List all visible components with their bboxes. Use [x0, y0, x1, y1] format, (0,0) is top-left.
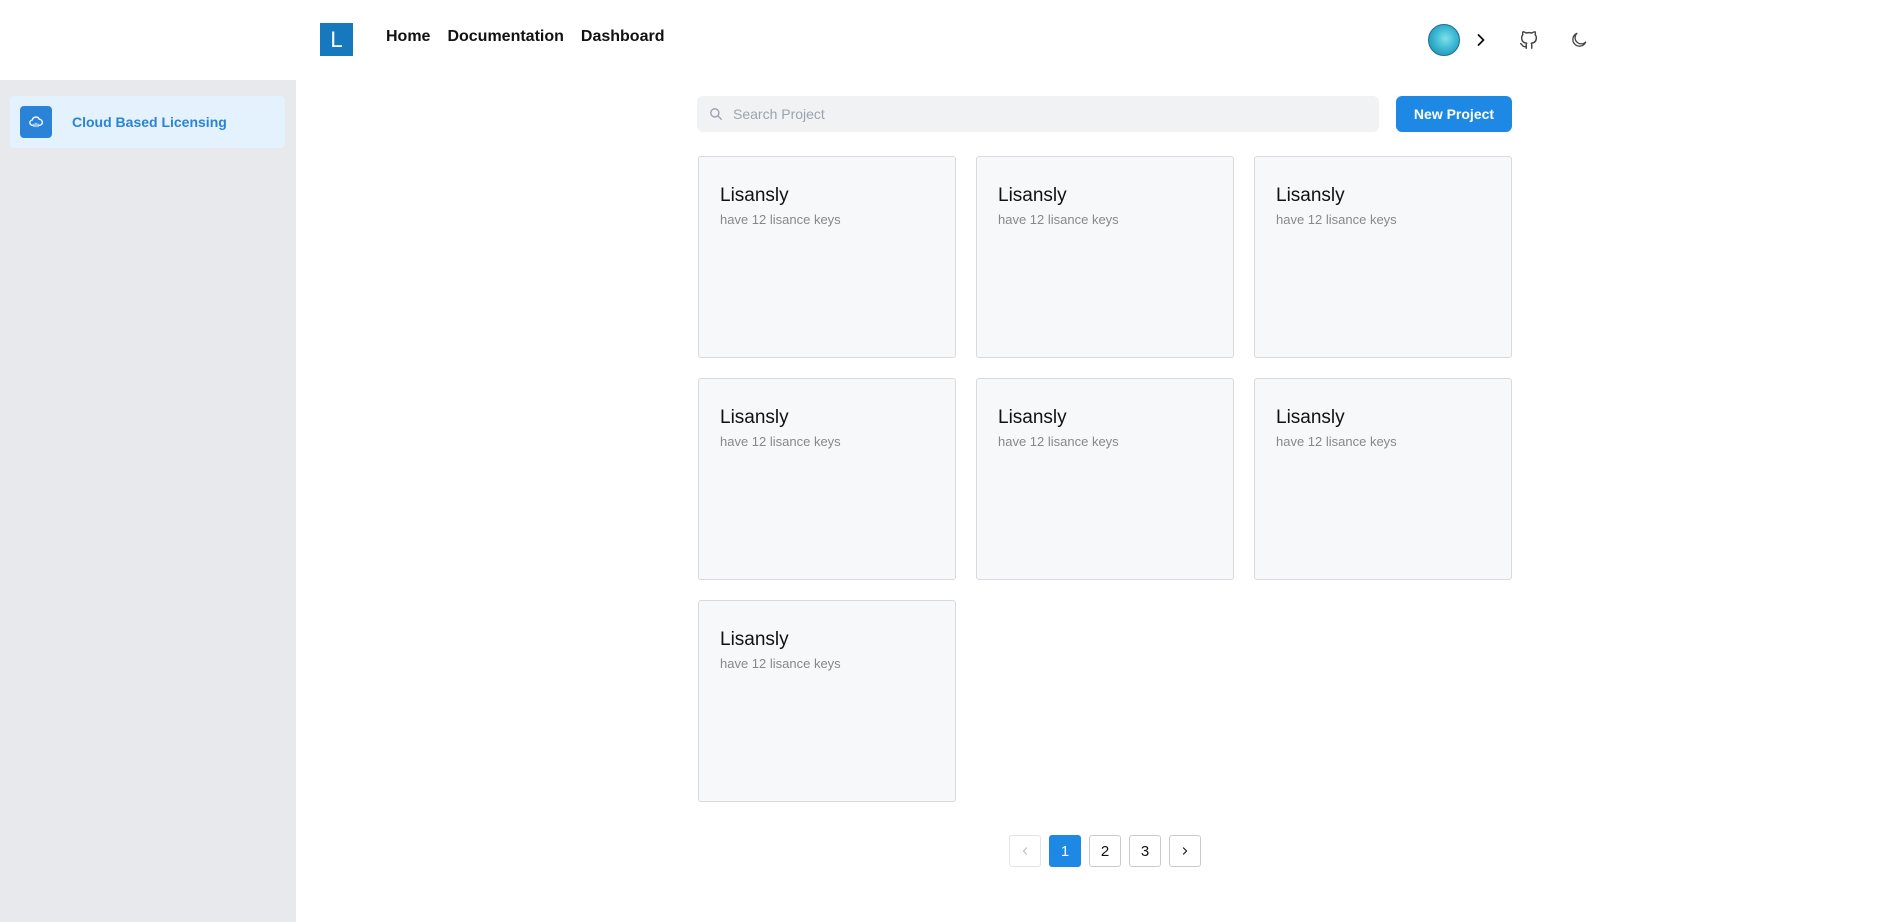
project-subtitle: have 12 lisance keys: [998, 434, 1119, 449]
pagination-page-button[interactable]: 2: [1089, 835, 1121, 867]
project-grid: Lisansly have 12 lisance keys Lisansly h…: [698, 156, 1512, 802]
search-icon: [710, 108, 722, 120]
chevron-right-icon[interactable]: [1473, 32, 1489, 48]
sidebar: Cloud Based Licensing: [0, 80, 296, 922]
project-title: Lisansly: [998, 407, 1067, 428]
nav-home-link[interactable]: Home: [386, 28, 430, 46]
project-card[interactable]: Lisansly have 12 lisance keys: [1254, 378, 1512, 580]
avatar[interactable]: [1428, 24, 1460, 56]
project-card[interactable]: Lisansly have 12 lisance keys: [698, 600, 956, 802]
header-actions: [1428, 24, 1589, 56]
github-icon[interactable]: [1518, 29, 1540, 51]
project-card[interactable]: Lisansly have 12 lisance keys: [698, 156, 956, 358]
project-card[interactable]: Lisansly have 12 lisance keys: [698, 378, 956, 580]
top-header: L Home Documentation Dashboard: [0, 0, 1900, 80]
project-subtitle: have 12 lisance keys: [1276, 212, 1397, 227]
project-title: Lisansly: [1276, 407, 1345, 428]
project-subtitle: have 12 lisance keys: [720, 212, 841, 227]
project-title: Lisansly: [720, 629, 789, 650]
project-card[interactable]: Lisansly have 12 lisance keys: [976, 156, 1234, 358]
new-project-button[interactable]: New Project: [1396, 96, 1512, 132]
main-nav: Home Documentation Dashboard: [386, 28, 664, 46]
pagination-page-button[interactable]: 3: [1129, 835, 1161, 867]
project-subtitle: have 12 lisance keys: [720, 434, 841, 449]
pagination-next-button[interactable]: [1169, 835, 1201, 867]
pagination-prev-button[interactable]: [1009, 835, 1041, 867]
project-title: Lisansly: [720, 185, 789, 206]
project-subtitle: have 12 lisance keys: [998, 212, 1119, 227]
project-title: Lisansly: [998, 185, 1067, 206]
project-title: Lisansly: [720, 407, 789, 428]
nav-documentation-link[interactable]: Documentation: [447, 28, 563, 46]
project-subtitle: have 12 lisance keys: [720, 656, 841, 671]
chevron-left-icon: [1022, 847, 1028, 855]
project-title: Lisansly: [1276, 185, 1345, 206]
sidebar-item-label: Cloud Based Licensing: [72, 114, 227, 130]
moon-icon[interactable]: [1569, 30, 1589, 50]
chevron-right-icon: [1182, 847, 1188, 855]
sidebar-item-cloud-based-licensing[interactable]: Cloud Based Licensing: [10, 96, 285, 148]
project-subtitle: have 12 lisance keys: [1276, 434, 1397, 449]
pagination: 1 2 3: [1009, 835, 1201, 867]
cloud-icon: [20, 106, 52, 138]
search-bar: [697, 96, 1379, 132]
nav-dashboard-link[interactable]: Dashboard: [581, 28, 665, 46]
search-input[interactable]: [733, 106, 1333, 122]
project-card[interactable]: Lisansly have 12 lisance keys: [976, 378, 1234, 580]
app-logo[interactable]: L: [320, 23, 353, 56]
pagination-page-button[interactable]: 1: [1049, 835, 1081, 867]
project-card[interactable]: Lisansly have 12 lisance keys: [1254, 156, 1512, 358]
